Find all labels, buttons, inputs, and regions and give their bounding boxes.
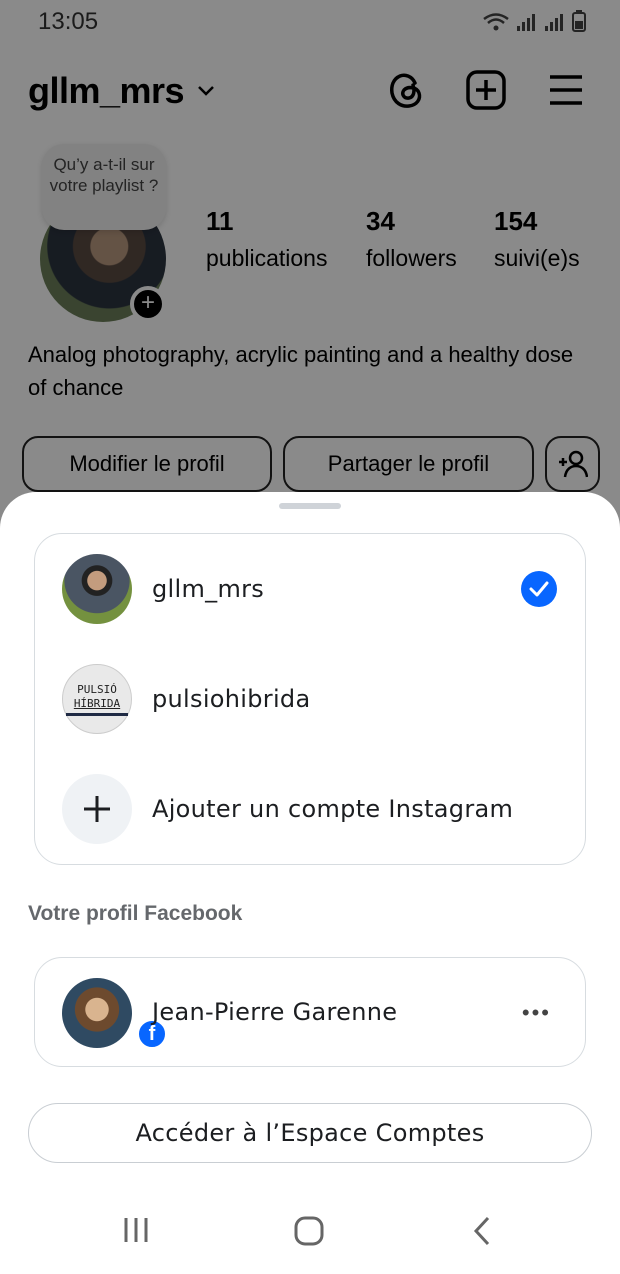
more-options-icon[interactable]: •••: [522, 1000, 551, 1026]
account-center-button[interactable]: Accéder à l’Espace Comptes: [28, 1103, 592, 1163]
logo-text: PULSIÓ: [77, 682, 117, 696]
facebook-section-label: Votre profil Facebook: [28, 902, 243, 925]
account-name: gllm_mrs: [152, 575, 265, 603]
accounts-list: gllm_mrs PULSIÓ HÍBRIDA pulsiohibrida Aj…: [34, 533, 586, 865]
account-item-pulsiohibrida[interactable]: PULSIÓ HÍBRIDA pulsiohibrida: [35, 644, 587, 754]
back-icon[interactable]: [472, 1216, 492, 1246]
system-nav-bar: [0, 1198, 620, 1274]
account-name: pulsiohibrida: [152, 685, 311, 713]
avatar: [62, 978, 132, 1048]
facebook-profile-name: Jean-Pierre Garenne: [152, 998, 398, 1026]
avatar: PULSIÓ HÍBRIDA: [62, 664, 132, 734]
account-item-gllm-mrs[interactable]: gllm_mrs: [35, 534, 587, 644]
avatar: [62, 554, 132, 624]
recent-apps-icon[interactable]: [122, 1216, 150, 1244]
selected-check-icon: [521, 571, 557, 607]
drag-handle[interactable]: [279, 503, 341, 509]
account-switcher-sheet: gllm_mrs PULSIÓ HÍBRIDA pulsiohibrida Aj…: [0, 492, 620, 1274]
logo-text: HÍBRIDA: [73, 696, 121, 710]
facebook-profile-item[interactable]: f Jean-Pierre Garenne •••: [34, 957, 586, 1067]
add-account-button[interactable]: Ajouter un compte Instagram: [35, 754, 587, 864]
logo-stripe: [66, 712, 128, 716]
add-account-label: Ajouter un compte Instagram: [152, 795, 514, 823]
home-icon[interactable]: [294, 1216, 324, 1246]
plus-icon: [62, 774, 132, 844]
